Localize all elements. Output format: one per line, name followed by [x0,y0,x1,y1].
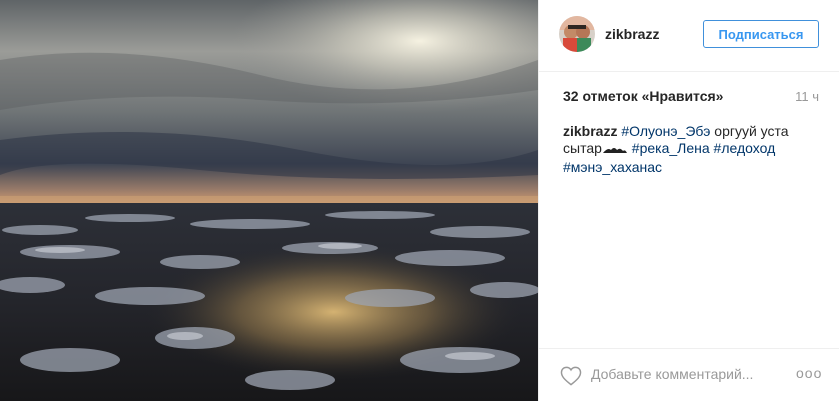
instagram-post: zikbrazz Подписаться 32 отметок «Нравитс… [0,0,839,401]
likes-count[interactable]: 32 отметок «Нравится» [563,88,723,104]
post-time[interactable]: 11 ч [795,89,819,104]
hashtag-oluone-ebe[interactable]: #Олуонэ_Эбэ [621,123,710,139]
hashtag-ledokhod[interactable]: #ледоход [714,140,776,156]
follow-button[interactable]: Подписаться [703,20,819,48]
like-heart-icon[interactable] [560,366,582,391]
comment-input[interactable] [591,366,771,382]
post-photo[interactable] [0,0,538,401]
hashtag-reka-lena[interactable]: #река_Лена [632,140,710,156]
post-sidebar: zikbrazz Подписаться 32 отметок «Нравитс… [538,0,839,401]
more-options-icon[interactable]: ooo [796,365,822,381]
avatar[interactable] [559,16,595,52]
comment-bar: ooo [539,348,839,401]
post-caption: zikbrazz #Олуонэ_Эбэ оргууй уста сытар #… [563,123,813,176]
hashtag-mene-khakhanas[interactable]: #мэнэ_хаханас [563,159,662,175]
caption-username[interactable]: zikbrazz [563,123,617,139]
post-header: zikbrazz Подписаться [539,0,839,72]
avatar-image-icon [559,16,595,52]
username-link[interactable]: zikbrazz [605,26,659,42]
river-ice-photo [0,0,538,401]
boat-emoji-icon [602,142,628,159]
